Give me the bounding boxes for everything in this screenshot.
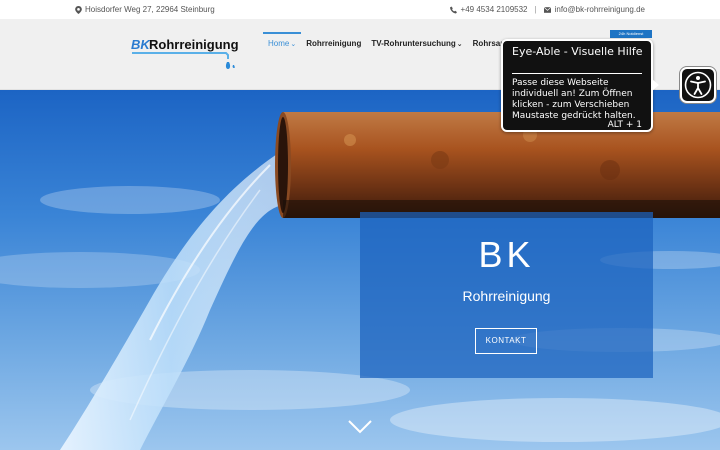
tooltip-title: Eye-Able - Visuelle Hilfe: [512, 45, 643, 58]
chevron-down-icon[interactable]: [348, 420, 372, 434]
nav-home-label: Home: [268, 39, 290, 48]
accessibility-person-icon: [684, 71, 712, 99]
tooltip-divider: [512, 73, 642, 74]
envelope-icon: [543, 6, 551, 13]
contact-button[interactable]: KONTAKT: [475, 328, 537, 354]
accessibility-button[interactable]: [680, 67, 716, 103]
hero-section: BK Rohrreinigung KONTAKT: [0, 90, 720, 450]
phone-icon: [449, 6, 457, 13]
tooltip-shortcut: ALT + 1: [607, 120, 642, 130]
phone-link[interactable]: +49 4534 2109532: [461, 5, 528, 14]
emergency-badge[interactable]: 24h Notdienst: [610, 30, 652, 38]
contact-separator: |: [534, 5, 537, 14]
address-block: Hoisdorfer Weg 27, 22964 Steinburg: [75, 5, 215, 14]
chevron-down-icon: ⌄: [456, 41, 463, 48]
nav-tv-label: TV-Rohruntersuchung: [371, 39, 456, 48]
hero-subtitle: Rohrreinigung: [462, 288, 551, 304]
map-pin-icon: [75, 5, 82, 14]
main-navigation: Home⌄ Rohrreinigung TV-Rohruntersuchung⌄…: [263, 32, 535, 56]
nav-home[interactable]: Home⌄: [263, 32, 302, 56]
tooltip-text: Passe diese Webseite individuell an! Zum…: [512, 78, 636, 121]
accessibility-tooltip: Eye-Able - Visuelle Hilfe Passe diese We…: [501, 39, 659, 132]
nav-tv-rohruntersuchung[interactable]: TV-Rohruntersuchung⌄: [366, 32, 467, 56]
company-logo[interactable]: BK Rohrreinigung: [130, 35, 240, 75]
nav-rohrreinigung[interactable]: Rohrreinigung: [301, 32, 366, 56]
address-text: Hoisdorfer Weg 27, 22964 Steinburg: [85, 5, 215, 14]
email-link[interactable]: info@bk-rohrreinigung.de: [555, 5, 645, 14]
hero-overlay-box: BK Rohrreinigung KONTAKT: [360, 212, 653, 378]
hero-title: BK: [478, 234, 535, 275]
chevron-down-icon: ⌄: [290, 41, 297, 48]
contact-block: +49 4534 2109532 | info@bk-rohrreinigung…: [449, 5, 645, 14]
svg-text:Rohrreinigung: Rohrreinigung: [149, 37, 239, 52]
nav-rohrreinigung-label: Rohrreinigung: [306, 39, 362, 48]
top-info-bar: Hoisdorfer Weg 27, 22964 Steinburg +49 4…: [0, 0, 720, 19]
